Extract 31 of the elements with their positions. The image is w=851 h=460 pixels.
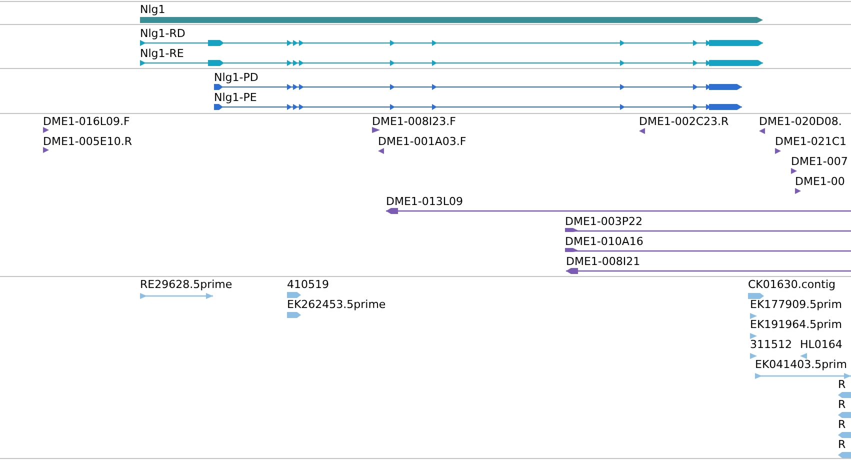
feature-label[interactable]: DME1-00 xyxy=(795,175,845,188)
feature-label[interactable]: Nlg1-RD xyxy=(140,27,186,40)
feature-label[interactable]: Nlg1-RE xyxy=(140,47,184,60)
feature-label[interactable]: 410519 xyxy=(287,278,329,291)
feature-label[interactable]: Nlg1-PD xyxy=(214,71,258,84)
feature-label[interactable]: Nlg1-PE xyxy=(214,91,257,104)
feature-label[interactable]: R xyxy=(838,438,846,451)
feature-label[interactable]: HL0164 xyxy=(800,338,842,351)
feature-label[interactable]: DME1-007 xyxy=(791,155,848,168)
feature-label[interactable]: CK01630.contig xyxy=(748,278,836,291)
feature-label[interactable]: EK262453.5prime xyxy=(287,298,386,311)
feature-label[interactable]: R xyxy=(838,398,846,411)
feature-label[interactable]: DME1-016L09.F xyxy=(43,115,130,128)
feature-label[interactable]: DME1-008I21 xyxy=(566,255,640,268)
feature-label[interactable]: DME1-021C1 xyxy=(775,135,847,148)
feature-label[interactable]: DME1-020D08. xyxy=(759,115,842,128)
feature-label[interactable]: DME1-005E10.R xyxy=(43,135,132,148)
feature-label[interactable]: DME1-002C23.R xyxy=(639,115,729,128)
feature-label[interactable]: DME1-013L09 xyxy=(386,195,463,208)
feature-label[interactable]: EK191964.5prim xyxy=(750,318,842,331)
feature-label[interactable]: Nlg1 xyxy=(140,3,166,16)
feature-label[interactable]: DME1-010A16 xyxy=(565,235,644,248)
feature-label[interactable]: DME1-001A03.F xyxy=(378,135,466,148)
feature-label[interactable]: RE29628.5prime xyxy=(140,278,232,291)
feature-label[interactable]: DME1-003P22 xyxy=(565,215,643,228)
feature-label[interactable]: DME1-008I23.F xyxy=(372,115,456,128)
feature-label[interactable]: EK177909.5prim xyxy=(750,298,842,311)
feature-label[interactable]: EK041403.5prim xyxy=(755,358,847,371)
feature-label[interactable]: 311512 xyxy=(750,338,792,351)
feature-label[interactable]: R xyxy=(838,378,846,391)
feature-label[interactable]: R xyxy=(838,418,846,431)
